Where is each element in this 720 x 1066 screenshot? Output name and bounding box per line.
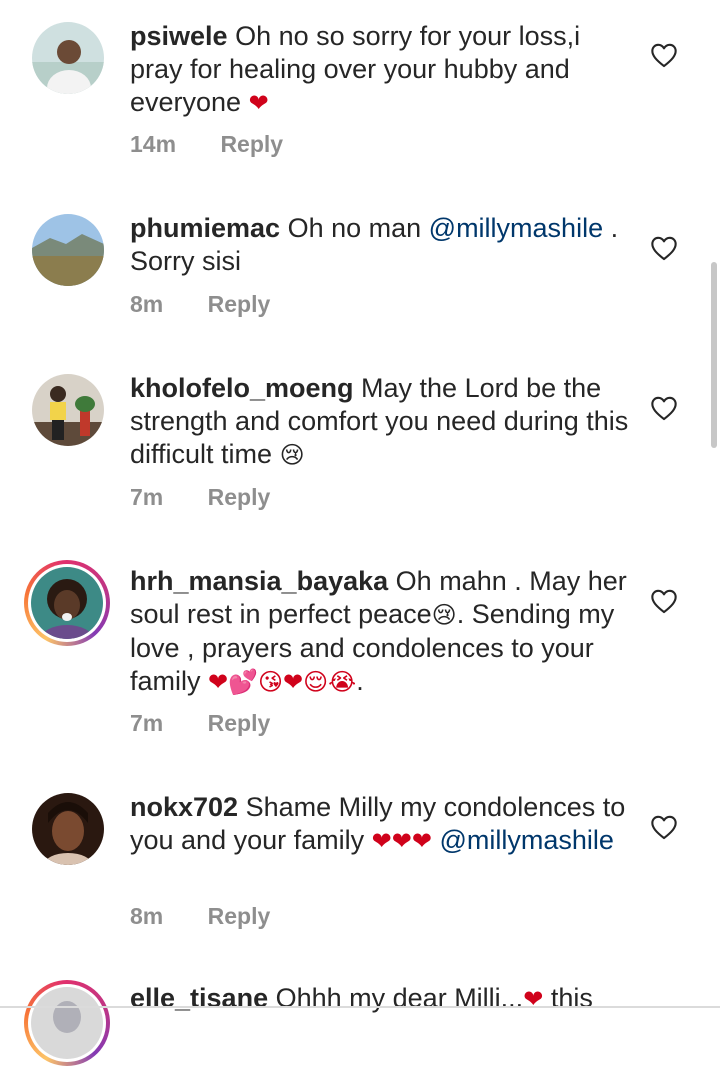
reply-button[interactable]: Reply xyxy=(208,710,271,736)
comment-message: Oh no man xyxy=(287,213,422,243)
comment-text: nokx702 Shame Milly my condolences to yo… xyxy=(130,791,630,858)
comment-time: 8m xyxy=(130,903,164,929)
comment-username[interactable]: hrh_mansia_bayaka xyxy=(130,566,388,596)
comment-emoji-group: ❤💕😘❤😌😭 xyxy=(208,668,357,696)
comment-username[interactable]: nokx702 xyxy=(130,792,238,822)
comment-message-end: . xyxy=(356,666,364,696)
heart-outline-icon[interactable] xyxy=(650,395,678,421)
reply-button[interactable]: Reply xyxy=(220,131,283,157)
comment-meta: 8m Reply xyxy=(130,903,270,930)
comment-text: psiwele Oh no so sorry for your loss,i p… xyxy=(130,20,630,120)
comment-text: hrh_mansia_bayaka Oh mahn . May her soul… xyxy=(130,565,630,699)
bottom-divider xyxy=(0,1006,720,1008)
comment-username[interactable]: phumiemac xyxy=(130,213,280,243)
comment-emoji: 😢 xyxy=(279,441,305,469)
comment-time: 14m xyxy=(130,131,177,157)
avatar[interactable] xyxy=(32,22,104,94)
comment-emoji: ❤ xyxy=(248,89,269,117)
reply-button[interactable]: Reply xyxy=(208,903,271,929)
comment-meta: 8m Reply xyxy=(130,291,270,318)
comment-text: phumiemac Oh no man @millymashile . Sorr… xyxy=(130,212,630,278)
avatar[interactable] xyxy=(32,214,104,286)
comment-time: 7m xyxy=(130,484,164,510)
heart-outline-icon[interactable] xyxy=(650,588,678,614)
comment-time: 7m xyxy=(130,710,164,736)
comment-text: elle_tisane Ohhh my dear Milli...❤ this xyxy=(130,982,630,1016)
comment-username[interactable]: psiwele xyxy=(130,21,228,51)
avatar-story-ring[interactable] xyxy=(24,980,110,1066)
avatar[interactable] xyxy=(32,374,104,446)
comment-emoji-group: ❤❤❤ xyxy=(371,827,432,855)
comment-username[interactable]: kholofelo_moeng xyxy=(130,373,354,403)
comment-text: kholofelo_moeng May the Lord be the stre… xyxy=(130,372,630,472)
mention-link[interactable]: @millymashile xyxy=(439,825,613,855)
avatar-story-ring[interactable] xyxy=(24,560,110,646)
scrollbar[interactable] xyxy=(711,262,717,448)
heart-outline-icon[interactable] xyxy=(650,814,678,840)
comment-time: 8m xyxy=(130,291,164,317)
comments-list: psiwele Oh no so sorry for your loss,i p… xyxy=(0,0,720,1066)
heart-outline-icon[interactable] xyxy=(650,42,678,68)
avatar[interactable] xyxy=(32,793,104,865)
comment-meta: 14m Reply xyxy=(130,131,283,158)
reply-button[interactable]: Reply xyxy=(208,291,271,317)
reply-button[interactable]: Reply xyxy=(208,484,271,510)
heart-outline-icon[interactable] xyxy=(650,235,678,261)
comment-meta: 7m Reply xyxy=(130,484,270,511)
mention-link[interactable]: @millymashile xyxy=(429,213,603,243)
comment-emoji: 😢 xyxy=(431,601,457,629)
comment-meta: 7m Reply xyxy=(130,710,270,737)
